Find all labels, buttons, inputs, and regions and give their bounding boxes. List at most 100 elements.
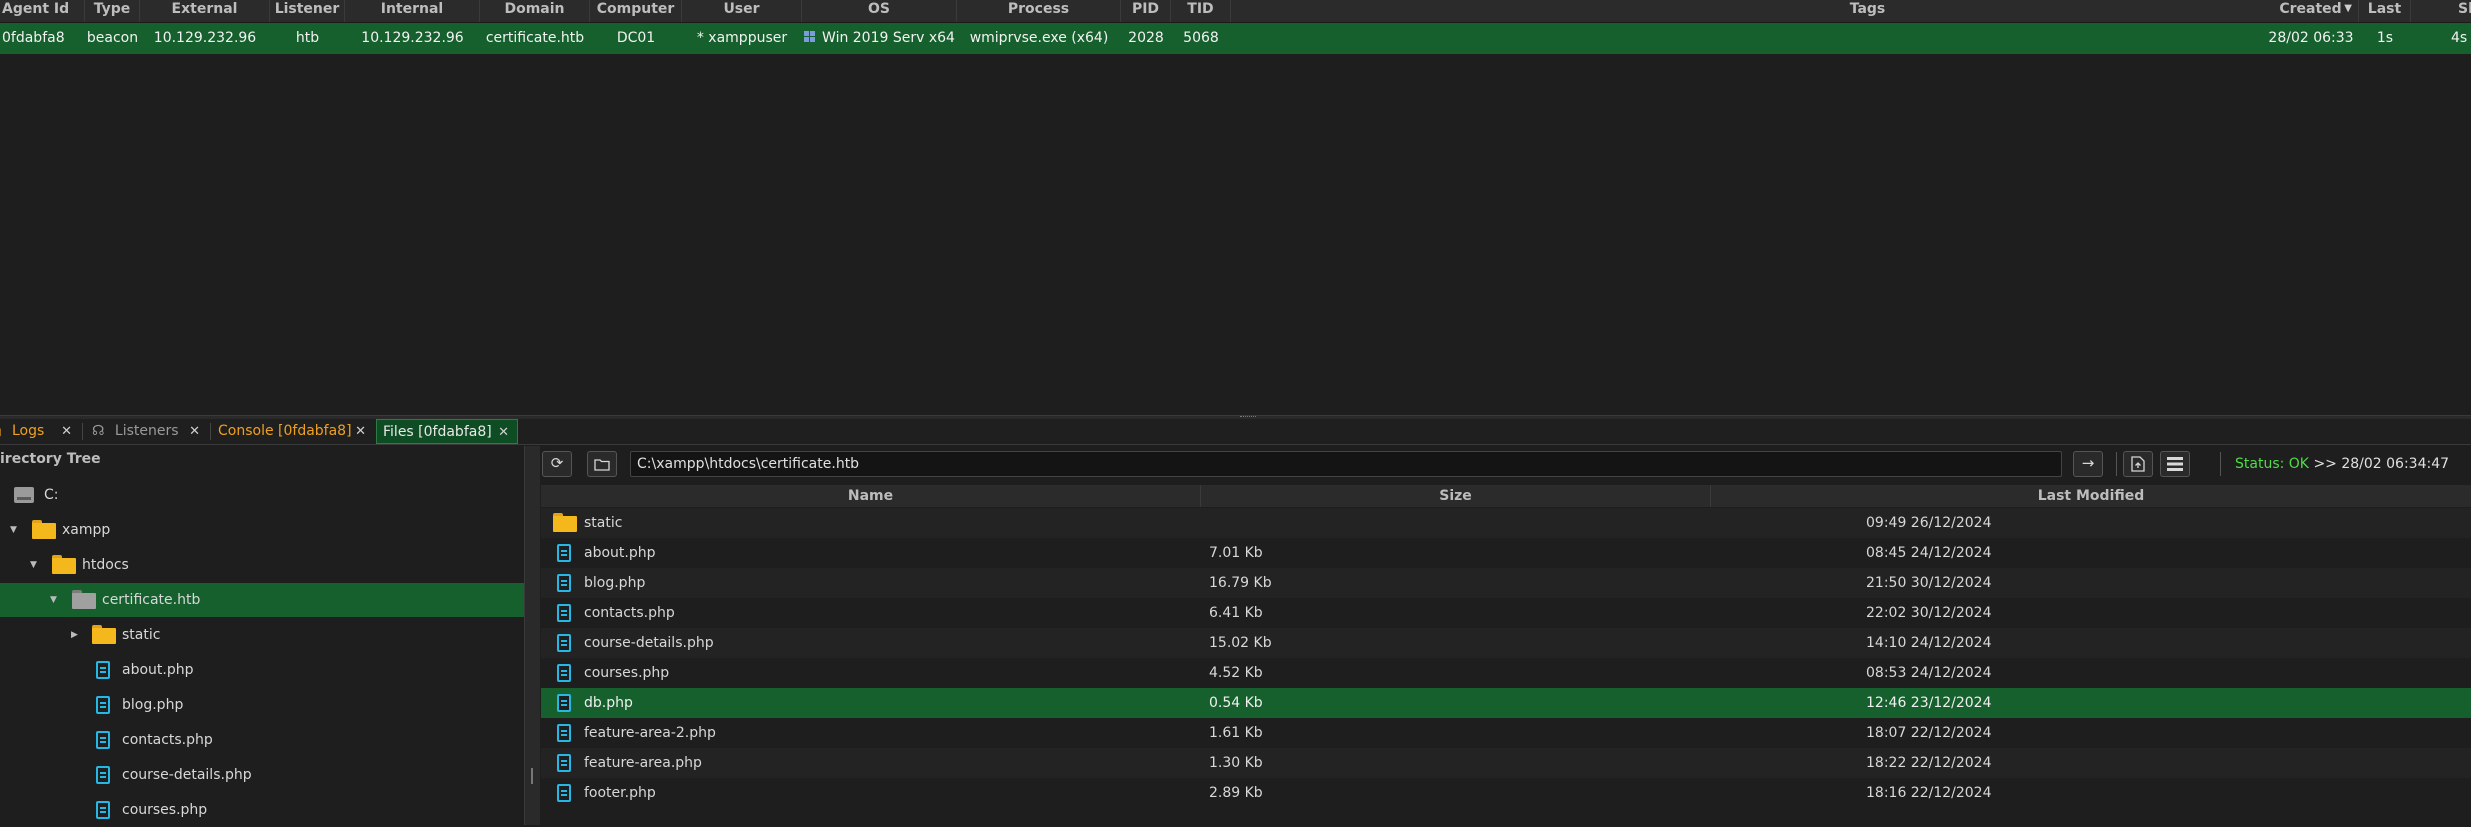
tree-node-xampp[interactable]: ▼ xampp — [0, 513, 524, 547]
headphones-icon: ☊ — [92, 423, 105, 439]
tree-node-blog-php[interactable]: blog.php — [0, 688, 524, 722]
file-size: 1.30 Kb — [1209, 755, 1263, 771]
tab-logs-label: Logs — [11, 423, 45, 439]
file-modified: 08:45 24/12/2024 — [1866, 545, 1992, 561]
file-name: static — [584, 515, 623, 531]
file-modified: 21:50 30/12/2024 — [1866, 575, 1992, 591]
sessions-table: Agent Id Type External Listener Internal… — [0, 0, 2471, 415]
tab-console[interactable]: Console [0fdabfa8] ✕ — [212, 419, 374, 444]
php-file-icon — [557, 784, 571, 802]
tree-node-drive-c[interactable]: C: — [0, 478, 524, 512]
cell-pid: 2028 — [1128, 30, 1164, 46]
tree-node-course-details-php[interactable]: course-details.php — [0, 758, 524, 792]
close-icon[interactable]: ✕ — [61, 419, 72, 444]
file-size: 0.54 Kb — [1209, 695, 1263, 711]
col-external[interactable]: External — [140, 0, 270, 22]
tree-node-label: blog.php — [122, 697, 184, 713]
tree-node-label: course-details.php — [122, 767, 252, 783]
file-modified: 18:22 22/12/2024 — [1866, 755, 1992, 771]
chevron-right-icon[interactable]: ▶ — [71, 618, 78, 652]
col-created[interactable]: Created ▼ — [2263, 0, 2359, 22]
col-tid[interactable]: TID — [1171, 0, 1231, 22]
file-row[interactable]: feature-area.php 1.30 Kb 18:22 22/12/2024 — [541, 748, 2471, 778]
chevron-down-icon[interactable]: ▼ — [10, 513, 17, 547]
file-row[interactable]: static 09:49 26/12/2024 — [541, 508, 2471, 538]
col-name[interactable]: Name — [541, 485, 1201, 507]
col-sleep[interactable]: Sl — [2411, 0, 2471, 22]
file-size: 7.01 Kb — [1209, 545, 1263, 561]
file-modified: 22:02 30/12/2024 — [1866, 605, 1992, 621]
col-last[interactable]: Last — [2359, 0, 2411, 22]
cell-external: 10.129.232.96 — [153, 30, 257, 46]
file-row[interactable]: blog.php 16.79 Kb 21:50 30/12/2024 — [541, 568, 2471, 598]
tab-files[interactable]: Files [0fdabfa8] ✕ — [376, 419, 518, 444]
file-row[interactable]: contacts.php 6.41 Kb 22:02 30/12/2024 — [541, 598, 2471, 628]
file-row[interactable]: feature-area-2.php 1.61 Kb 18:07 22/12/202… — [541, 718, 2471, 748]
close-icon[interactable]: ✕ — [498, 420, 509, 445]
upload-button[interactable] — [2123, 451, 2153, 477]
chevron-down-icon[interactable]: ▼ — [30, 548, 37, 582]
col-user[interactable]: User — [682, 0, 802, 22]
tab-console-label: Console [0fdabfa8] — [218, 423, 352, 439]
list-view-button[interactable] — [2160, 451, 2190, 477]
file-name: blog.php — [584, 575, 646, 591]
go-button[interactable]: → — [2073, 451, 2103, 477]
col-type[interactable]: Type — [85, 0, 140, 22]
col-last-modified[interactable]: Last Modified — [1711, 485, 2471, 507]
php-file-icon — [557, 544, 571, 562]
col-os[interactable]: OS — [802, 0, 957, 22]
cell-agent-id: 0fdabfa8 — [2, 30, 65, 46]
file-size: 4.52 Kb — [1209, 665, 1263, 681]
file-name: course-details.php — [584, 635, 714, 651]
close-icon[interactable]: ✕ — [355, 419, 366, 444]
folder-icon — [32, 520, 56, 539]
refresh-button[interactable]: ⟳ — [542, 451, 572, 477]
col-size[interactable]: Size — [1201, 485, 1711, 507]
cell-created: 28/02 06:33 — [2268, 30, 2354, 46]
tree-node-certificate-htb[interactable]: ▼ certificate.htb — [0, 583, 524, 617]
php-file-icon — [96, 801, 110, 819]
col-pid[interactable]: PID — [1121, 0, 1171, 22]
col-domain[interactable]: Domain — [480, 0, 590, 22]
chevron-down-icon[interactable]: ▼ — [50, 583, 57, 617]
col-internal[interactable]: Internal — [345, 0, 480, 22]
col-agent-id[interactable]: Agent Id — [0, 0, 85, 22]
cell-tags — [1231, 23, 2263, 54]
col-listener[interactable]: Listener — [270, 0, 345, 22]
status-ok: Status: OK — [2235, 456, 2309, 472]
cell-user: * xamppuser — [696, 30, 788, 46]
file-modified: 09:49 26/12/2024 — [1866, 515, 1992, 531]
col-process[interactable]: Process — [957, 0, 1121, 22]
tree-node-courses-php[interactable]: courses.php — [0, 793, 524, 827]
sessions-header: Agent Id Type External Listener Internal… — [0, 0, 2471, 23]
session-row[interactable]: 0fdabfa8 beacon 10.129.232.96 htb 10.129… — [0, 23, 2471, 54]
file-size: 1.61 Kb — [1209, 725, 1263, 741]
file-row[interactable]: about.php 7.01 Kb 08:45 24/12/2024 — [541, 538, 2471, 568]
file-name: feature-area.php — [584, 755, 702, 771]
open-folder-button[interactable] — [587, 451, 617, 477]
tab-listeners[interactable]: ☊ Listeners ✕ — [84, 419, 208, 444]
bottom-tab-bar: ▮ Logs ✕ ☊ Listeners ✕ Console [0fdabfa8… — [0, 419, 2471, 445]
tab-logs[interactable]: ▮ Logs ✕ — [0, 419, 80, 444]
file-row[interactable]: course-details.php 15.02 Kb 14:10 24/12/20… — [541, 628, 2471, 658]
path-input[interactable] — [630, 451, 2062, 477]
splitter-grip[interactable] — [531, 768, 533, 784]
folder-icon — [92, 625, 116, 644]
tab-files-label: Files [0fdabfa8] — [383, 424, 492, 440]
tree-node-static[interactable]: ▶ static — [0, 618, 524, 652]
file-row[interactable]: db.php 0.54 Kb 12:46 23/12/2024 — [541, 688, 2471, 718]
close-icon[interactable]: ✕ — [189, 419, 200, 444]
logs-icon: ▮ — [0, 427, 2, 438]
file-row[interactable]: courses.php 4.52 Kb 08:53 24/12/2024 — [541, 658, 2471, 688]
vertical-splitter[interactable] — [524, 446, 541, 825]
col-computer[interactable]: Computer — [590, 0, 682, 22]
folder-icon — [52, 555, 76, 574]
tree-node-about-php[interactable]: about.php — [0, 653, 524, 687]
toolbar-divider — [2116, 452, 2117, 476]
tree-node-contacts-php[interactable]: contacts.php — [0, 723, 524, 757]
cell-os: Win 2019 Serv x64 — [802, 23, 957, 54]
tree-node-htdocs[interactable]: ▼ htdocs — [0, 548, 524, 582]
file-row[interactable]: footer.php 2.89 Kb 18:16 22/12/2024 — [541, 778, 2471, 808]
folder-open-icon — [72, 590, 96, 609]
file-name: db.php — [584, 695, 633, 711]
